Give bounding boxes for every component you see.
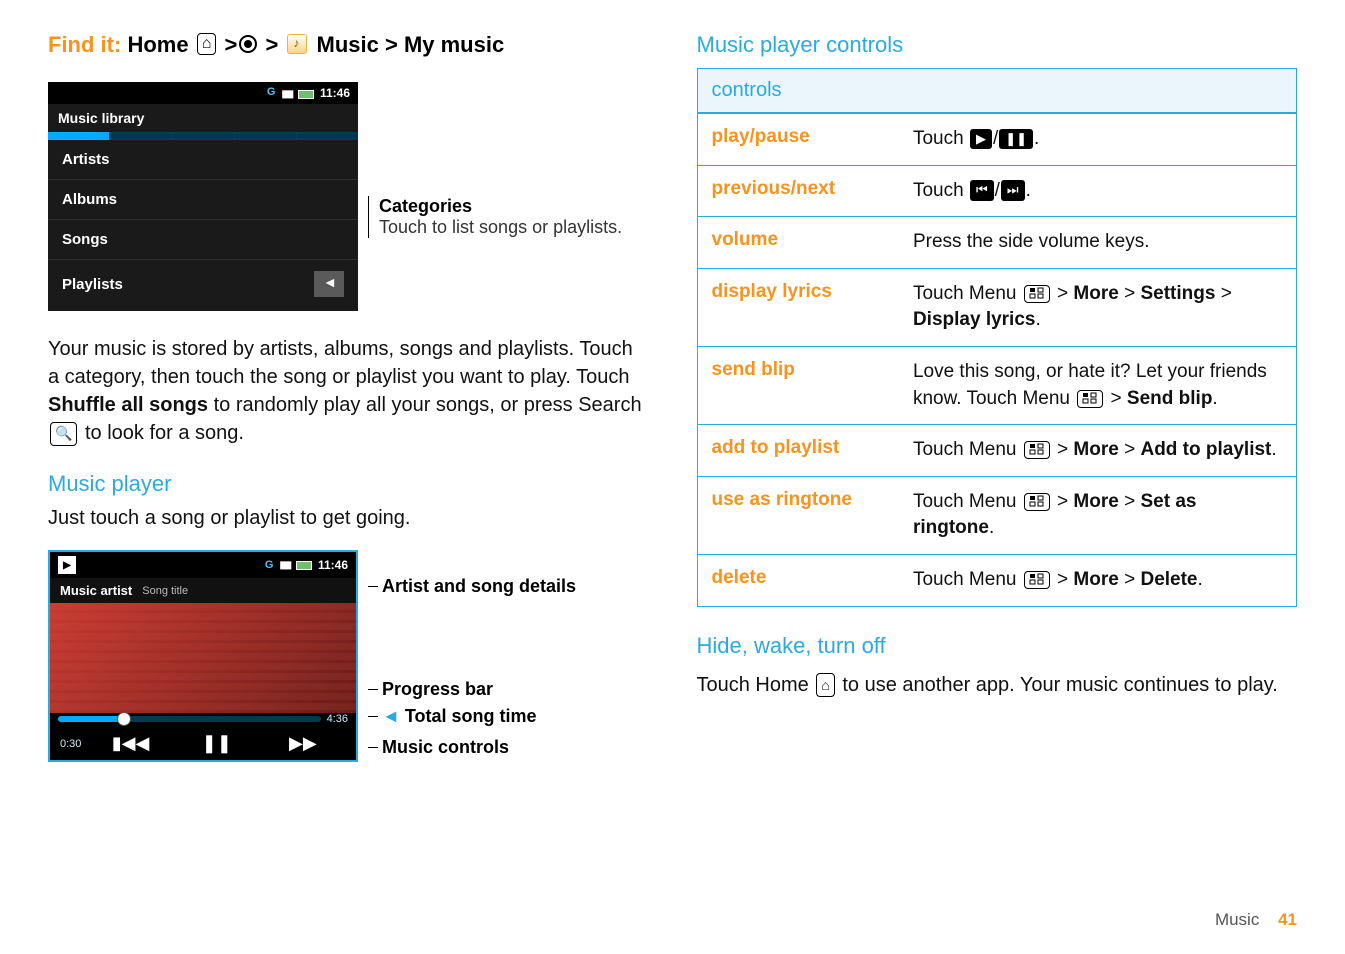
control-name: display lyrics <box>698 269 913 346</box>
total-time: 4:36 <box>327 713 348 725</box>
network-icon: G <box>265 559 274 571</box>
launcher-icon <box>239 35 257 53</box>
player-controls: 0:30 ▮◀◀ ❚❚ ▶▶ <box>50 727 356 760</box>
control-name: use as ringtone <box>698 477 913 554</box>
now-playing-header: Music artist Song title <box>50 578 356 603</box>
find-it-label: Find it: <box>48 32 121 57</box>
find-it-line: Find it: Home ⌂ > > Music > My music <box>48 32 649 58</box>
control-action: Touch Menu > More > Delete. <box>913 555 1296 606</box>
status-time: 11:46 <box>318 558 348 572</box>
menu-icon <box>1024 285 1050 303</box>
music-player-sub: Just touch a song or playlist to get goi… <box>48 507 649 530</box>
control-chip-icon: ▶ <box>970 129 992 149</box>
album-art <box>50 603 356 713</box>
table-row: use as ringtoneTouch Menu > More > Set a… <box>698 477 1297 555</box>
music-app-icon <box>287 34 307 54</box>
table-header: controls <box>698 69 1297 114</box>
home-icon: ⌂ <box>197 33 217 55</box>
status-bar: G ▮▮▮ 11:46 <box>50 552 356 578</box>
signal-icon: ▮▮▮ <box>279 560 290 571</box>
callout-title: Categories <box>379 196 622 217</box>
pause-button[interactable]: ❚❚ <box>174 733 260 754</box>
control-action: Press the side volume keys. <box>913 217 1296 268</box>
next-button[interactable]: ▶▶ <box>260 733 346 754</box>
callout-artist: Artist and song details <box>368 576 576 597</box>
music-library-screen: G 11:46 Music library Artists Albums Son… <box>48 82 358 311</box>
library-row-artists[interactable]: Artists <box>48 140 358 180</box>
elapsed-time: 0:30 <box>60 738 81 750</box>
control-action: Touch ▶/❚❚. <box>913 114 1296 165</box>
table-row: send blipLove this song, or hate it? Let… <box>698 347 1297 425</box>
control-action: Touch ⏮/⏭. <box>913 166 1296 217</box>
controls-heading: Music player controls <box>697 32 1298 58</box>
library-row-label: Playlists <box>62 276 123 293</box>
control-chip-icon: ⏭ <box>1001 180 1025 200</box>
table-row: volumePress the side volume keys. <box>698 217 1297 269</box>
control-action: Touch Menu > More > Set as ringtone. <box>913 477 1296 554</box>
table-row: previous/nextTouch ⏮/⏭. <box>698 166 1297 218</box>
progress-thumb[interactable] <box>117 712 131 726</box>
control-chip-icon: ❚❚ <box>999 129 1033 149</box>
music-player-screen: G ▮▮▮ 11:46 Music artist Song title 4:36 <box>48 550 358 762</box>
table-row: play/pauseTouch ▶/❚❚. <box>698 114 1297 166</box>
status-bar: G 11:46 <box>48 82 358 104</box>
status-time: 11:46 <box>320 86 350 100</box>
progress-row: 4:36 <box>50 713 356 727</box>
library-paragraph: Your music is stored by artists, albums,… <box>48 335 649 447</box>
signal-icon <box>281 86 292 100</box>
home-icon: ⌂ <box>816 673 834 697</box>
music-player-heading: Music player <box>48 471 649 497</box>
library-row-albums[interactable]: Albums <box>48 180 358 220</box>
control-name: add to playlist <box>698 425 913 476</box>
callout-controls: Music controls <box>368 737 576 758</box>
song-label: Song title <box>142 585 188 597</box>
control-action: Love this song, or hate it? Let your fri… <box>913 347 1296 424</box>
find-it-home: Home <box>127 32 188 57</box>
menu-icon <box>1024 441 1050 459</box>
control-action: Touch Menu > More > Settings > Display l… <box>913 269 1296 346</box>
control-name: delete <box>698 555 913 606</box>
page-footer: Music 41 <box>1215 910 1297 930</box>
callout-progress: Progress bar <box>368 679 576 700</box>
library-row-playlists[interactable]: Playlists <box>48 260 358 311</box>
back-arrow-icon[interactable] <box>314 271 344 297</box>
screen-title: Music library <box>48 104 358 132</box>
menu-icon <box>1024 571 1050 589</box>
table-row: deleteTouch Menu > More > Delete. <box>698 555 1297 606</box>
footer-page: 41 <box>1278 910 1297 929</box>
control-name: play/pause <box>698 114 913 165</box>
find-it-path: Music > My music <box>317 32 505 57</box>
control-name: send blip <box>698 347 913 424</box>
pointer-icon: ◄ <box>382 706 405 726</box>
player-callouts: Artist and song details Progress bar ◄ T… <box>368 550 576 758</box>
play-notification-icon <box>58 556 76 574</box>
artist-label: Music artist <box>60 583 132 598</box>
hide-paragraph: Touch Home ⌂ to use another app. Your mu… <box>697 671 1298 700</box>
menu-icon <box>1077 390 1103 408</box>
previous-button[interactable]: ▮◀◀ <box>87 733 173 754</box>
library-row-songs[interactable]: Songs <box>48 220 358 260</box>
hide-heading: Hide, wake, turn off <box>697 633 1298 659</box>
battery-icon <box>298 90 314 99</box>
table-row: add to playlistTouch Menu > More > Add t… <box>698 425 1297 477</box>
control-name: previous/next <box>698 166 913 217</box>
tab-strip <box>48 132 358 140</box>
categories-callout: Categories Touch to list songs or playli… <box>368 196 622 238</box>
control-chip-icon: ⏮ <box>970 180 994 200</box>
control-name: volume <box>698 217 913 268</box>
callout-total: ◄ Total song time <box>368 706 576 727</box>
network-icon: G <box>267 86 276 98</box>
callout-sub: Touch to list songs or playlists. <box>379 217 622 238</box>
search-icon: 🔍 <box>50 422 77 446</box>
control-action: Touch Menu > More > Add to playlist. <box>913 425 1296 476</box>
battery-icon <box>296 561 312 570</box>
table-row: display lyricsTouch Menu > More > Settin… <box>698 269 1297 347</box>
progress-bar[interactable] <box>58 716 321 722</box>
menu-icon <box>1024 493 1050 511</box>
footer-category: Music <box>1215 910 1259 929</box>
controls-table: controls play/pauseTouch ▶/❚❚.previous/n… <box>697 68 1298 607</box>
